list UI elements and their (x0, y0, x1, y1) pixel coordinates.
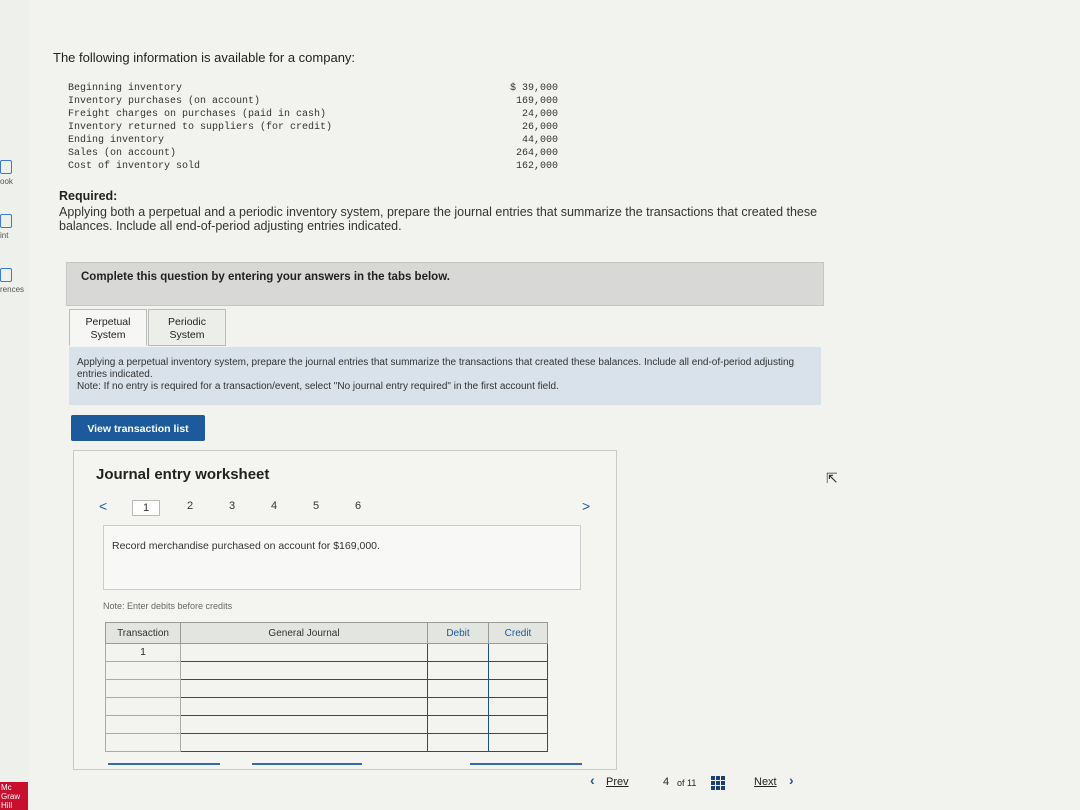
prev-chevron-icon[interactable]: ‹ (590, 772, 595, 788)
instructions-text: Applying a perpetual inventory system, p… (77, 357, 795, 380)
question-grid-icon[interactable] (711, 776, 725, 790)
action-button-underline[interactable] (470, 763, 582, 765)
credit-input[interactable] (488, 661, 548, 680)
table-row (105, 661, 548, 680)
account-select[interactable] (180, 697, 428, 716)
worksheet-prev-arrow[interactable]: < (99, 498, 107, 514)
debit-input[interactable] (427, 733, 489, 752)
journal-table: Transaction General Journal Debit Credit… (105, 622, 548, 752)
table-row (105, 697, 548, 716)
account-select[interactable] (180, 643, 428, 662)
transaction-description: Record merchandise purchased on account … (112, 540, 380, 552)
worksheet-page-2[interactable]: 2 (187, 500, 193, 512)
tab-periodic-system[interactable]: Periodic System (148, 309, 226, 346)
next-chevron-icon[interactable]: › (789, 772, 794, 788)
required-heading: Required: (59, 189, 118, 203)
sidebar-item-references[interactable]: rences (0, 268, 34, 294)
view-transaction-list-button[interactable]: View transaction list (71, 415, 205, 441)
total-pages: of 11 (677, 778, 697, 788)
data-row: Beginning inventory $ 39,000 (68, 83, 558, 94)
intro-text: The following information is available f… (53, 50, 356, 65)
journal-header-row: Transaction General Journal Debit Credit (105, 622, 548, 644)
column-header-transaction: Transaction (105, 622, 181, 644)
table-row (105, 679, 548, 698)
complete-question-bar: Complete this question by entering your … (66, 262, 824, 306)
worksheet-page-3[interactable]: 3 (229, 500, 235, 512)
sidebar-item-label: ook (0, 177, 13, 186)
tab-perpetual-system[interactable]: Perpetual System (69, 309, 147, 346)
data-row: Inventory returned to suppliers (for cre… (68, 122, 558, 133)
required-text: Applying both a perpetual and a periodic… (59, 205, 818, 233)
sidebar-item-label: int (0, 231, 9, 240)
column-header-credit: Credit (488, 622, 548, 644)
book-icon (0, 160, 12, 174)
account-select[interactable] (180, 679, 428, 698)
transaction-cell (105, 715, 181, 734)
table-row: 1 (105, 643, 548, 662)
table-row (105, 715, 548, 734)
transaction-description-box: Record merchandise purchased on account … (103, 525, 581, 590)
transaction-cell (105, 679, 181, 698)
account-select[interactable] (180, 733, 428, 752)
worksheet-page-1[interactable]: 1 (132, 500, 161, 516)
worksheet-title: Journal entry worksheet (96, 466, 270, 483)
debit-input[interactable] (427, 697, 489, 716)
data-row: Sales (on account) 264,000 (68, 148, 558, 159)
worksheet-page-6[interactable]: 6 (355, 500, 361, 512)
column-header-general-journal: General Journal (180, 622, 428, 644)
account-select[interactable] (180, 661, 428, 680)
sidebar-item-ebook[interactable]: ook (0, 160, 34, 186)
credit-input[interactable] (488, 679, 548, 698)
debit-input[interactable] (427, 679, 489, 698)
instructions-note: Note: If no entry is required for a tran… (77, 381, 559, 392)
transaction-cell: 1 (105, 643, 181, 662)
left-sidebar: ook int rences Mc Graw Hill (0, 0, 30, 810)
references-icon (0, 268, 12, 282)
credit-input[interactable] (488, 715, 548, 734)
action-button-underline[interactable] (108, 763, 220, 765)
worksheet-page-5[interactable]: 5 (313, 500, 319, 512)
table-row (105, 733, 548, 752)
data-row: Freight charges on purchases (paid in ca… (68, 109, 558, 120)
data-row: Inventory purchases (on account) 169,000 (68, 96, 558, 107)
next-button[interactable]: Next (754, 776, 777, 788)
worksheet-next-arrow[interactable]: > (582, 498, 590, 514)
balances-table: Beginning inventory $ 39,000 Inventory pu… (68, 82, 558, 173)
sidebar-item-print[interactable]: int (0, 214, 34, 240)
mcgraw-hill-logo: Mc Graw Hill (0, 782, 28, 810)
prev-button[interactable]: Prev (606, 776, 629, 788)
worksheet-page-4[interactable]: 4 (271, 500, 277, 512)
transaction-cell (105, 661, 181, 680)
debit-input[interactable] (427, 661, 489, 680)
action-button-underline[interactable] (252, 763, 362, 765)
account-select[interactable] (180, 715, 428, 734)
debit-input[interactable] (427, 715, 489, 734)
transaction-cell (105, 697, 181, 716)
mouse-cursor-icon: ⇱ (826, 470, 838, 486)
transaction-cell (105, 733, 181, 752)
debit-input[interactable] (427, 643, 489, 662)
credit-input[interactable] (488, 643, 548, 662)
debits-note: Note: Enter debits before credits (103, 601, 233, 611)
credit-input[interactable] (488, 697, 548, 716)
column-header-debit: Debit (427, 622, 489, 644)
sidebar-item-label: rences (0, 285, 25, 294)
credit-input[interactable] (488, 733, 548, 752)
complete-question-text: Complete this question by entering your … (81, 271, 450, 283)
current-page-number: 4 (663, 776, 670, 788)
print-icon (0, 214, 12, 228)
data-row: Cost of inventory sold 162,000 (68, 161, 558, 172)
data-row: Ending inventory 44,000 (68, 135, 558, 146)
instructions-panel: Applying a perpetual inventory system, p… (69, 347, 821, 405)
